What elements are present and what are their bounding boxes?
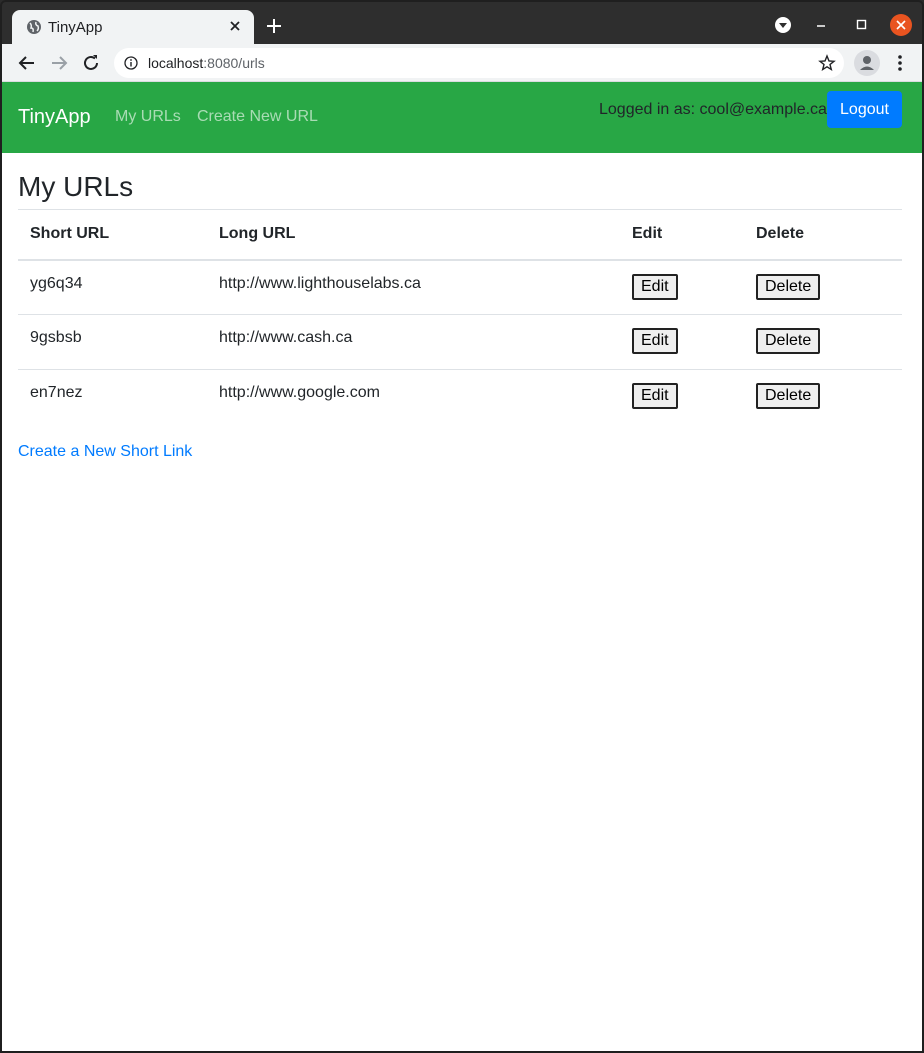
brand-link[interactable]: TinyApp — [18, 106, 91, 129]
info-icon[interactable] — [124, 56, 138, 70]
account-icon — [860, 56, 874, 70]
kebab-menu-icon[interactable] — [890, 52, 910, 74]
long-url-cell: http://www.cash.ca — [207, 314, 620, 370]
navbar: TinyApp My URLs Create New URL Logged in… — [2, 82, 922, 153]
delete-cell: Delete — [744, 369, 902, 425]
table-row: yg6q34 http://www.lighthouselabs.ca Edit… — [18, 260, 902, 315]
browser-window: TinyApp localhost:8080/urls TinyApp My U… — [0, 0, 924, 1053]
logout-button[interactable]: Logout — [827, 91, 902, 128]
column-header-short-url: Short URL — [18, 209, 207, 261]
long-url-cell: http://www.lighthouselabs.ca — [219, 274, 421, 292]
short-url-cell: 9gsbsb — [18, 314, 207, 370]
edit-button[interactable]: Edit — [632, 273, 678, 300]
profile-button[interactable] — [854, 50, 880, 76]
table-header-row: Short URL Long URL Edit Delete — [18, 209, 902, 261]
window-close-button[interactable] — [890, 14, 912, 36]
delete-button[interactable]: Delete — [756, 328, 821, 354]
delete-button[interactable]: Delete — [756, 383, 821, 409]
edit-cell: Edit — [620, 260, 744, 315]
edit-cell: Edit — [620, 314, 744, 370]
close-icon — [896, 20, 906, 30]
browser-toolbar: localhost:8080/urls — [2, 44, 922, 82]
chevron-down-icon[interactable] — [772, 14, 794, 36]
star-icon[interactable] — [818, 54, 836, 72]
table-row: 9gsbsb http://www.cash.ca Edit Delete — [18, 314, 902, 370]
url-text: localhost:8080/urls — [148, 55, 265, 71]
delete-button[interactable]: Delete — [756, 273, 821, 300]
reload-icon[interactable] — [80, 52, 102, 74]
browser-tab[interactable]: TinyApp — [12, 10, 254, 44]
close-icon[interactable] — [226, 17, 244, 35]
address-bar[interactable]: localhost:8080/urls — [114, 48, 844, 78]
edit-button[interactable]: Edit — [632, 328, 678, 354]
delete-cell: Delete — [744, 314, 902, 370]
long-url-cell: http://www.google.com — [207, 369, 620, 425]
tab-strip: TinyApp — [2, 2, 922, 44]
page-title: My URLs — [18, 171, 134, 202]
short-url-cell: en7nez — [18, 369, 207, 425]
short-url-cell: yg6q34 — [30, 274, 83, 292]
create-new-short-link[interactable]: Create a New Short Link — [18, 443, 192, 461]
edit-cell: Edit — [620, 369, 744, 425]
page-viewport: TinyApp My URLs Create New URL Logged in… — [2, 82, 922, 1051]
delete-cell: Delete — [744, 260, 902, 315]
maximize-icon[interactable] — [850, 14, 872, 36]
column-header-long-url: Long URL — [207, 209, 620, 261]
column-header-delete: Delete — [744, 209, 902, 261]
arrow-left-icon[interactable] — [16, 52, 38, 74]
edit-button[interactable]: Edit — [632, 383, 678, 409]
table-row: en7nez http://www.google.com Edit Delete — [18, 369, 902, 425]
globe-icon — [27, 20, 41, 34]
column-header-edit: Edit — [620, 209, 744, 261]
tab-title: TinyApp — [48, 19, 103, 36]
minimize-icon[interactable] — [810, 14, 832, 36]
arrow-right-icon[interactable] — [48, 52, 70, 74]
plus-icon[interactable] — [264, 16, 284, 36]
nav-link-create-new-url[interactable]: Create New URL — [197, 108, 318, 126]
urls-table: Short URL Long URL Edit Delete yg6q34 ht… — [18, 209, 902, 425]
nav-link-my-urls[interactable]: My URLs — [115, 108, 181, 126]
logged-in-text: Logged in as: cool@example.ca — [599, 101, 827, 118]
